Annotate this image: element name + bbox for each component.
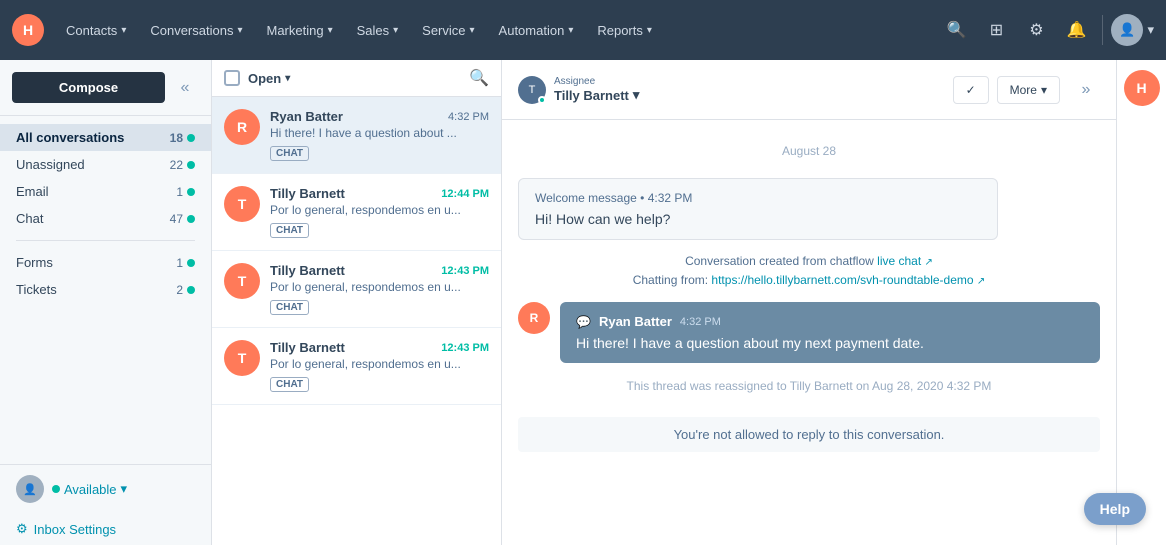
chevron-down-icon: ▾ [393, 25, 398, 36]
notification-dot [187, 286, 195, 294]
chevron-down-icon: ▾ [328, 25, 333, 36]
sidebar-footer: 👤 Available ▾ [0, 464, 211, 513]
chatflow-info: Conversation created from chatflow live … [518, 252, 1100, 290]
nav-item-sales[interactable]: Sales ▾ [347, 0, 409, 60]
search-icon[interactable]: 🔍 [938, 12, 974, 48]
welcome-message-bubble: Welcome message • 4:32 PM Hi! How can we… [518, 178, 998, 240]
hubspot-rail-icon[interactable]: H [1124, 70, 1160, 106]
chevron-down-icon: ▾ [121, 25, 126, 36]
avatar[interactable]: 👤 [1111, 14, 1143, 46]
marketplace-icon[interactable]: ⊞ [978, 12, 1014, 48]
sidebar-divider [16, 240, 195, 241]
conversation-item[interactable]: T Tilly Barnett 12:44 PM Por lo general,… [212, 174, 501, 251]
nav-item-automation[interactable]: Automation ▾ [489, 0, 584, 60]
notifications-icon[interactable]: 🔔 [1058, 12, 1094, 48]
external-link-icon: ↗ [925, 257, 933, 268]
user-message-wrapper: R 💬 Ryan Batter 4:32 PM Hi there! I have… [518, 302, 1100, 363]
nav-item-marketing[interactable]: Marketing ▾ [256, 0, 342, 60]
messages-area: August 28 Welcome message • 4:32 PM Hi! … [502, 120, 1116, 545]
conversations-panel: Open ▾ 🔍 R Ryan Batter 4:32 PM Hi there!… [212, 60, 502, 545]
settings-icon[interactable]: ⚙ [1018, 12, 1054, 48]
conversations-header: Open ▾ 🔍 [212, 60, 501, 97]
left-sidebar: Compose « All conversations 18 Unassigne… [0, 60, 212, 545]
avatar: R [224, 109, 260, 145]
sidebar-item-forms[interactable]: Forms 1 [0, 249, 211, 276]
sidebar-navigation: All conversations 18 Unassigned 22 Email… [0, 116, 211, 464]
user-avatar-small: 👤 [16, 475, 44, 503]
notification-dot [187, 215, 195, 223]
user-message-avatar: R [518, 302, 550, 334]
right-rail: H [1116, 60, 1166, 545]
avatar: T [224, 340, 260, 376]
conversation-item[interactable]: T Tilly Barnett 12:43 PM Por lo general,… [212, 251, 501, 328]
date-divider: August 28 [518, 144, 1100, 158]
nav-divider [1102, 15, 1103, 45]
conversation-header: T Assignee Tilly Barnett ▾ ✓ More ▾ [502, 60, 1116, 120]
select-all-checkbox[interactable] [224, 70, 240, 86]
notification-dot [187, 259, 195, 267]
notification-dot [187, 161, 195, 169]
conversation-main: T Assignee Tilly Barnett ▾ ✓ More ▾ [502, 60, 1116, 545]
inbox-settings-link[interactable]: ⚙ Inbox Settings [0, 513, 211, 545]
top-navigation: H Contacts ▾ Conversations ▾ Marketing ▾… [0, 0, 1166, 60]
conversation-item[interactable]: R Ryan Batter 4:32 PM Hi there! I have a… [212, 97, 501, 174]
available-dot [52, 485, 60, 493]
avatar: T [224, 263, 260, 299]
filter-open-button[interactable]: Open ▾ [248, 71, 290, 86]
online-status-dot [538, 96, 546, 104]
sidebar-item-all-conversations[interactable]: All conversations 18 [0, 124, 211, 151]
assignee-avatar: T [518, 76, 546, 104]
collapse-right-panel-button[interactable]: » [1072, 76, 1100, 104]
assignee-name-button[interactable]: Tilly Barnett ▾ [554, 87, 639, 103]
notification-dot [187, 188, 195, 196]
chevron-down-icon: ▾ [237, 25, 242, 36]
main-layout: Compose « All conversations 18 Unassigne… [0, 60, 1166, 545]
chevron-down-icon: ▾ [647, 25, 652, 36]
notification-dot [187, 134, 195, 142]
chatflow-url-link[interactable]: https://hello.tillybarnett.com/svh-round… [711, 273, 985, 287]
available-status-button[interactable]: Available ▾ [52, 481, 127, 497]
external-link-icon: ↗ [977, 276, 985, 287]
sidebar-item-unassigned[interactable]: Unassigned 22 [0, 151, 211, 178]
user-message-bubble: 💬 Ryan Batter 4:32 PM Hi there! I have a… [560, 302, 1100, 363]
nav-icon-group: 🔍 ⊞ ⚙ 🔔 👤 ▾ [938, 12, 1154, 48]
conversation-search-button[interactable]: 🔍 [469, 68, 489, 88]
chat-icon: 💬 [576, 315, 591, 329]
no-reply-notice: You're not allowed to reply to this conv… [518, 417, 1100, 452]
chevron-down-icon: ▾ [285, 73, 290, 84]
header-actions: ✓ More ▾ [953, 76, 1060, 104]
compose-button[interactable]: Compose [12, 72, 165, 103]
nav-item-conversations[interactable]: Conversations ▾ [140, 0, 252, 60]
settings-icon: ⚙ [16, 521, 28, 537]
chevron-down-icon: ▾ [633, 87, 640, 103]
sidebar-item-tickets[interactable]: Tickets 2 [0, 276, 211, 303]
live-chat-link[interactable]: live chat ↗ [877, 254, 933, 268]
nav-item-contacts[interactable]: Contacts ▾ [56, 0, 136, 60]
assignee-section: T Assignee Tilly Barnett ▾ [518, 76, 941, 104]
nav-item-service[interactable]: Service ▾ [412, 0, 484, 60]
hubspot-logo[interactable]: H [12, 14, 44, 46]
more-button[interactable]: More ▾ [997, 76, 1060, 104]
chevron-down-icon: ▾ [470, 25, 475, 36]
nav-item-reports[interactable]: Reports ▾ [587, 0, 662, 60]
sidebar-item-chat[interactable]: Chat 47 [0, 205, 211, 232]
sidebar-item-email[interactable]: Email 1 [0, 178, 211, 205]
reassign-note: This thread was reassigned to Tilly Barn… [518, 379, 1100, 393]
chevron-down-icon: ▾ [568, 25, 573, 36]
compose-bar: Compose « [0, 60, 211, 116]
avatar: T [224, 186, 260, 222]
chevron-down-icon: ▾ [1041, 83, 1047, 97]
help-button[interactable]: Help [1084, 493, 1146, 525]
check-button[interactable]: ✓ [953, 76, 989, 104]
collapse-sidebar-button[interactable]: « [171, 74, 199, 102]
chevron-down-icon: ▾ [121, 481, 128, 497]
conversation-item[interactable]: T Tilly Barnett 12:43 PM Por lo general,… [212, 328, 501, 405]
chevron-down-icon: ▾ [1147, 22, 1154, 38]
conversation-list: R Ryan Batter 4:32 PM Hi there! I have a… [212, 97, 501, 545]
